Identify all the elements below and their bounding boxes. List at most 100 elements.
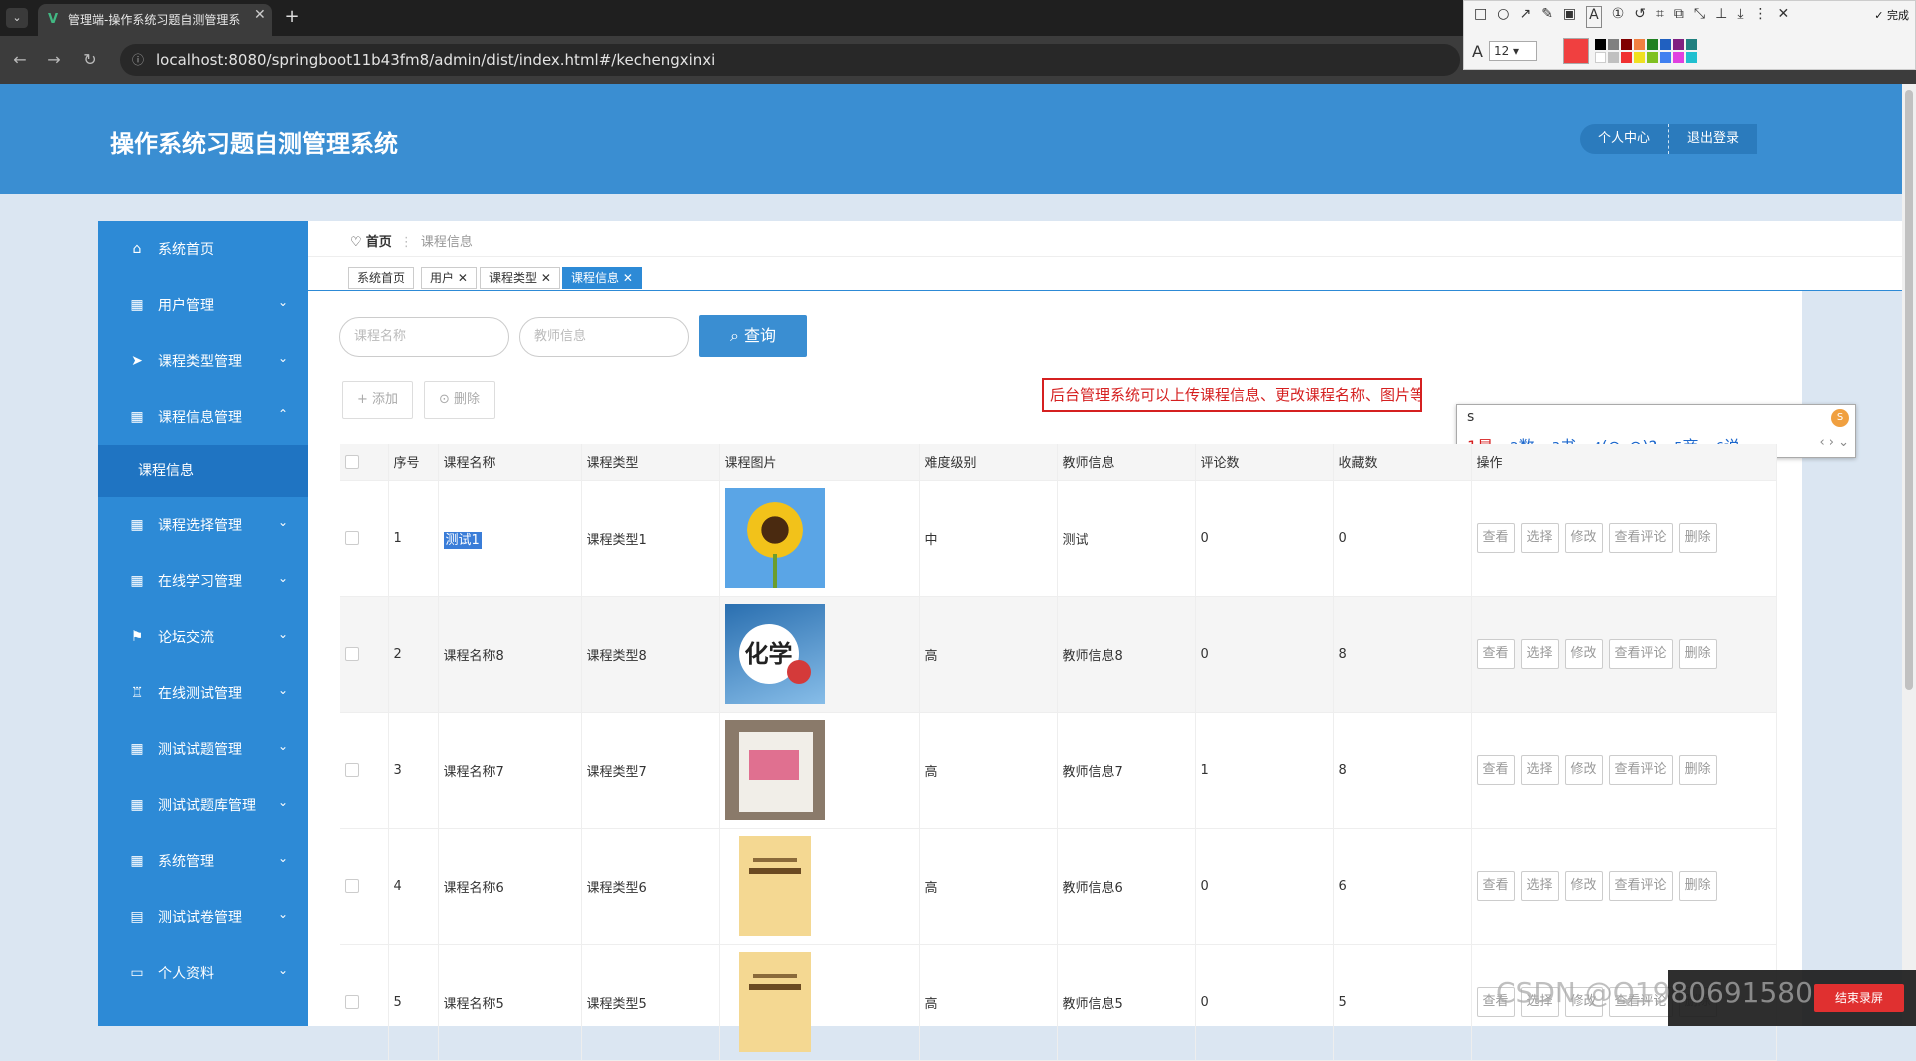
view-button[interactable]: 查看 — [1476, 755, 1515, 785]
sidebar-item-test-questions[interactable]: ▦ 测试试题管理 ⌄ — [98, 721, 308, 777]
chevron-down-icon: ⌄ — [277, 851, 288, 865]
course-image-sunflower[interactable] — [724, 488, 825, 588]
sidebar-item-course-types[interactable]: ➤ 课程类型管理 ⌄ — [98, 333, 308, 389]
view-comments-button[interactable]: 查看评论 — [1608, 871, 1673, 901]
reload-icon[interactable]: ↻ — [80, 50, 100, 69]
tag-course-info[interactable]: 课程信息 ✕ — [562, 267, 642, 289]
color-palette[interactable] — [1594, 39, 1697, 63]
delete-button[interactable]: 删除 — [1678, 871, 1717, 901]
edit-button[interactable]: 修改 — [1564, 639, 1603, 669]
teacher-input[interactable]: 教师信息 — [519, 317, 689, 357]
undo-icon[interactable]: ↺ — [1634, 6, 1646, 28]
file-icon: ▤ — [130, 909, 144, 925]
current-color-swatch[interactable] — [1562, 38, 1589, 64]
row-checkbox[interactable] — [345, 763, 359, 777]
course-image-yellow-book[interactable] — [738, 952, 811, 1052]
view-comments-button[interactable]: 查看评论 — [1608, 523, 1673, 553]
tab-search-icon[interactable]: ⌄ — [6, 8, 28, 28]
row-checkbox[interactable] — [345, 995, 359, 1009]
page-scrollbar[interactable] — [1902, 84, 1916, 1026]
arrow-tool-icon[interactable]: ↗ — [1519, 6, 1531, 28]
translate-icon[interactable]: ⧉ — [1674, 6, 1684, 28]
course-image-chemistry[interactable]: 化学 — [724, 604, 825, 704]
tag-course-types[interactable]: 课程类型 ✕ — [480, 267, 560, 289]
snip-done-button[interactable]: ✓ 完成 — [1874, 7, 1909, 23]
text-tool-icon[interactable]: A — [1586, 6, 1602, 28]
sidebar-item-course-selection[interactable]: ▦ 课程选择管理 ⌄ — [98, 497, 308, 553]
sidebar-item-home[interactable]: ⌂ 系统首页 — [98, 221, 308, 277]
row-checkbox[interactable] — [345, 647, 359, 661]
delete-button[interactable]: 删除 — [1678, 523, 1717, 553]
edit-button[interactable]: 修改 — [1564, 523, 1603, 553]
row-checkbox[interactable] — [345, 531, 359, 545]
add-button[interactable]: + 添加 — [342, 381, 414, 419]
tag-users[interactable]: 用户 ✕ — [421, 267, 477, 289]
scrollbar-thumb[interactable] — [1905, 90, 1913, 690]
back-icon[interactable]: ← — [10, 50, 30, 69]
sidebar-item-online-test[interactable]: ♖ 在线测试管理 ⌄ — [98, 665, 308, 721]
ime-logo-icon: S — [1831, 409, 1849, 427]
query-button[interactable]: ⌕ 查询 — [699, 315, 807, 357]
sidebar-item-users[interactable]: ▦ 用户管理 ⌄ — [98, 277, 308, 333]
tab-close-icon[interactable]: ✕ — [254, 7, 266, 23]
browser-tab[interactable]: V 管理端-操作系统习题自测管理系 — [38, 4, 272, 36]
stop-recording-button[interactable]: 结束录屏 — [1814, 984, 1904, 1012]
ime-page-nav[interactable]: ‹ › ⌄ — [1819, 435, 1849, 450]
view-button[interactable]: 查看 — [1476, 523, 1515, 553]
rectangle-tool-icon[interactable]: □ — [1474, 6, 1487, 28]
cell-comments: 1 — [1195, 712, 1334, 829]
course-name-input[interactable]: 课程名称 — [339, 317, 509, 357]
annotation-textbox[interactable]: 后台管理系统可以上传课程信息、更改课程名称、图片等 — [1042, 378, 1422, 412]
edit-button[interactable]: 修改 — [1564, 871, 1603, 901]
sidebar-item-forum[interactable]: ⚑ 论坛交流 ⌄ — [98, 609, 308, 665]
select-all-checkbox[interactable] — [345, 454, 359, 469]
select-button[interactable]: 选择 — [1520, 871, 1559, 901]
logout-button[interactable]: 退出登录 — [1668, 124, 1758, 154]
batch-delete-button[interactable]: ⊙ 删除 — [424, 381, 496, 419]
more-icon[interactable]: ⋮ — [1754, 6, 1768, 28]
sidebar-item-test-papers[interactable]: ▤ 测试试卷管理 ⌄ — [98, 889, 308, 945]
personal-center-button[interactable]: 个人中心 — [1580, 124, 1669, 154]
view-comments-button[interactable]: 查看评论 — [1608, 755, 1673, 785]
number-tool-icon[interactable]: ① — [1612, 6, 1625, 28]
sidebar-item-course-info[interactable]: ▦ 课程信息管理 ⌃ — [98, 389, 308, 445]
cancel-icon[interactable]: ✕ — [1778, 6, 1790, 28]
sidebar-subitem-course-info[interactable]: 课程信息 — [98, 445, 308, 497]
site-info-icon[interactable]: ⓘ — [132, 44, 144, 76]
ellipse-tool-icon[interactable]: ○ — [1497, 6, 1509, 28]
row-checkbox[interactable] — [345, 879, 359, 893]
select-button[interactable]: 选择 — [1520, 523, 1559, 553]
table-row: 2 课程名称8 课程类型8 化学 高 教师信息8 0 8 查看 选择 修改 查看评论删… — [340, 596, 1777, 713]
pen-tool-icon[interactable]: ✎ — [1541, 6, 1553, 28]
view-button[interactable]: 查看 — [1476, 871, 1515, 901]
sidebar-item-profile[interactable]: ▭ 个人资料 ⌄ — [98, 945, 308, 1001]
delete-button[interactable]: 删除 — [1678, 639, 1717, 669]
course-table: 序号 课程名称 课程类型 课程图片 难度级别 教师信息 评论数 收藏数 操作 1… — [340, 444, 1777, 1061]
mosaic-tool-icon[interactable]: ▣ — [1563, 6, 1576, 28]
select-all-checkbox-cell[interactable] — [340, 444, 389, 481]
forward-icon[interactable]: → — [44, 50, 64, 69]
sidebar-item-online-learning[interactable]: ▦ 在线学习管理 ⌄ — [98, 553, 308, 609]
ime-input: s — [1467, 409, 1475, 425]
font-size-select[interactable]: 12 ▾ — [1488, 41, 1537, 61]
pin-icon[interactable]: ⊥ — [1715, 6, 1727, 28]
download-icon[interactable]: ⤓ — [1737, 6, 1743, 28]
edit-button[interactable]: 修改 — [1564, 755, 1603, 785]
new-tab-icon[interactable]: + — [282, 6, 302, 28]
breadcrumb-home[interactable]: 首页 — [366, 235, 392, 250]
sidebar-item-question-bank[interactable]: ▦ 测试试题库管理 ⌄ — [98, 777, 308, 833]
delete-button[interactable]: 删除 — [1678, 755, 1717, 785]
scroll-capture-icon[interactable]: ⤡ — [1694, 6, 1705, 28]
select-button[interactable]: 选择 — [1520, 639, 1559, 669]
view-button[interactable]: 查看 — [1476, 639, 1515, 669]
select-button[interactable]: 选择 — [1520, 755, 1559, 785]
course-image-yellow-book[interactable] — [738, 836, 811, 936]
tag-home[interactable]: 系统首页 — [348, 267, 415, 289]
course-image-book[interactable] — [724, 720, 825, 820]
sidebar-item-system[interactable]: ▦ 系统管理 ⌄ — [98, 833, 308, 889]
view-comments-button[interactable]: 查看评论 — [1608, 639, 1673, 669]
address-bar[interactable]: ⓘ localhost:8080/springboot11b43fm8/admi… — [120, 44, 1460, 76]
ocr-icon[interactable]: ⌗ — [1656, 6, 1664, 28]
cell-no: 5 — [388, 944, 439, 1061]
column-header: 教师信息 — [1057, 444, 1196, 481]
